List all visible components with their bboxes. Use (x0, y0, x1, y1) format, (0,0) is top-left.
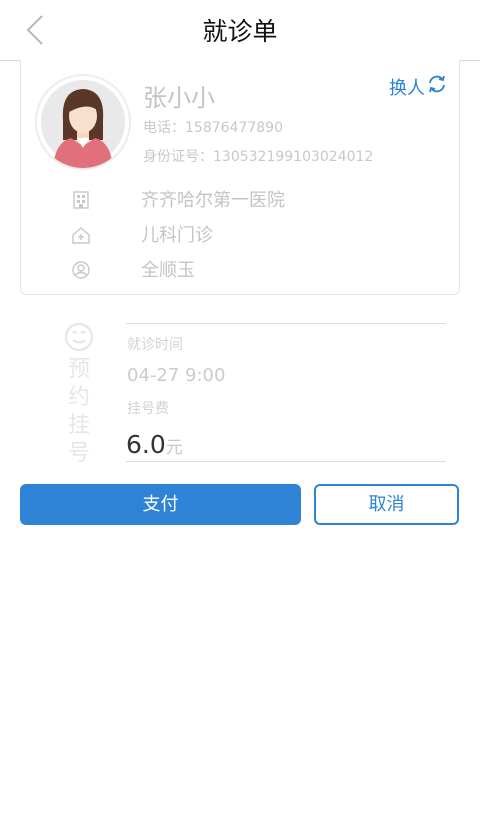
cancel-button[interactable]: 取消 (314, 484, 459, 525)
smile-icon (65, 323, 93, 351)
top-bar: 就诊单 (0, 0, 480, 61)
fee-amount: 6.0 (126, 430, 166, 459)
fee-unit: 元 (165, 438, 183, 458)
stamp-char: 约 (67, 385, 90, 410)
page-title: 就诊单 (202, 17, 278, 46)
appointment-section: 预 约 挂 号 就诊时间 04-27 9:00 挂号费 6.0元 (20, 322, 460, 466)
avatar-illustration (41, 80, 125, 168)
hospital-name: 齐齐哈尔第一医院 (141, 190, 285, 211)
stamp-char: 预 (67, 357, 90, 382)
appointment-stamp: 预 约 挂 号 (62, 322, 96, 468)
stamp-char: 号 (67, 441, 90, 466)
department-name: 儿科门诊 (141, 225, 213, 246)
clinic-home-icon (72, 227, 90, 244)
patient-card: 张小小 换人 电话：15876477890 身份证号：1305321991030… (20, 60, 460, 295)
pay-button[interactable]: 支付 (20, 484, 301, 525)
switch-patient-button[interactable]: 换人 (389, 74, 447, 100)
switch-patient-label: 换人 (389, 78, 425, 99)
divider (126, 461, 446, 462)
fee-label: 挂号费 (127, 401, 169, 417)
divider (126, 323, 446, 324)
visit-time-value: 04-27 9:00 (127, 365, 226, 386)
refresh-icon (429, 75, 445, 93)
hospital-icon (73, 191, 89, 209)
stamp-char: 挂 (67, 413, 90, 438)
fee-value: 6.0元 (126, 430, 183, 459)
doctor-icon (72, 261, 90, 279)
visit-time-label: 就诊时间 (127, 337, 183, 353)
avatar (35, 74, 131, 170)
patient-name: 张小小 (143, 84, 215, 112)
doctor-name: 全顺玉 (141, 260, 195, 281)
patient-phone: 电话：15876477890 (143, 120, 283, 136)
patient-id-number: 身份证号：130532199103024012 (143, 149, 374, 165)
